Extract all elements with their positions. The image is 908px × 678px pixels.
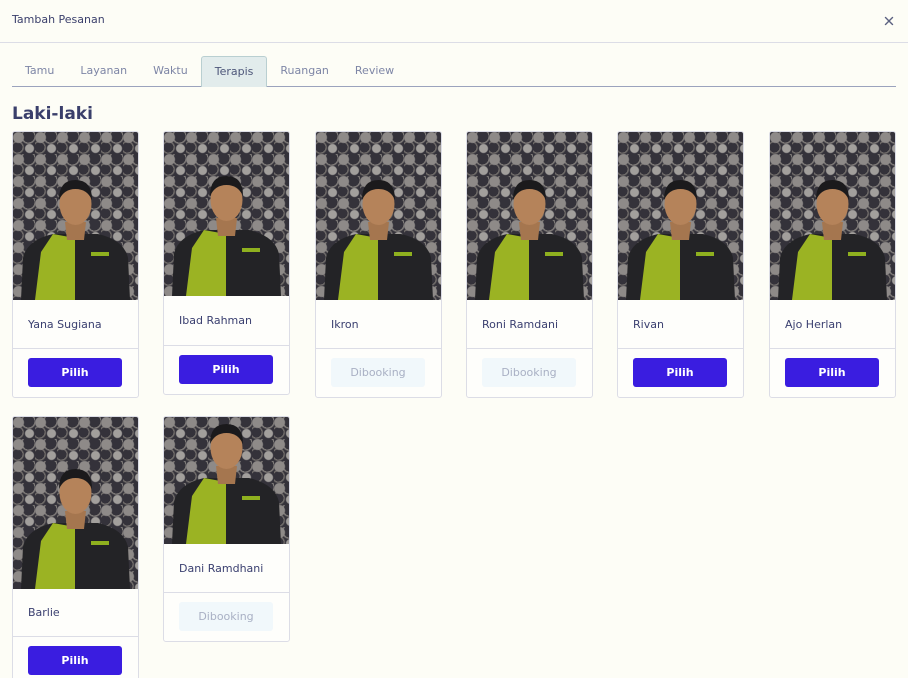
person-silhouette — [324, 180, 433, 300]
therapist-card: Roni Ramdani Dibooking — [466, 131, 593, 398]
person-silhouette — [172, 424, 281, 544]
therapist-name: Roni Ramdani — [482, 318, 559, 331]
pilih-button[interactable]: Pilih — [633, 358, 727, 387]
pilih-button[interactable]: Pilih — [28, 358, 122, 387]
modal-title: Tambah Pesanan — [12, 13, 105, 26]
therapist-photo — [618, 132, 743, 300]
dibooking-button: Dibooking — [331, 358, 425, 387]
tab-waktu[interactable]: Waktu — [140, 56, 201, 87]
person-silhouette — [626, 180, 735, 300]
person-silhouette — [21, 180, 130, 300]
therapist-name: Rivan — [633, 318, 664, 331]
therapist-name: Ikron — [331, 318, 359, 331]
dibooking-button: Dibooking — [179, 602, 273, 631]
pilih-button[interactable]: Pilih — [179, 355, 273, 384]
tab-ruangan[interactable]: Ruangan — [267, 56, 342, 87]
therapist-photo — [13, 417, 138, 589]
person-silhouette — [475, 180, 584, 300]
tab-bar: Tamu Layanan Waktu Terapis Ruangan Revie… — [12, 56, 896, 87]
pilih-button[interactable]: Pilih — [785, 358, 879, 387]
therapist-card: Dani Ramdhani Dibooking — [163, 416, 290, 642]
therapist-photo — [770, 132, 895, 300]
section-title: Laki-laki — [12, 104, 93, 124]
therapist-card: Yana Sugiana Pilih — [12, 131, 139, 398]
therapist-photo — [316, 132, 441, 300]
therapist-card: Barlie Pilih — [12, 416, 139, 678]
pilih-button[interactable]: Pilih — [28, 646, 122, 675]
therapist-card: Ibad Rahman Pilih — [163, 131, 290, 395]
tab-tamu[interactable]: Tamu — [12, 56, 67, 87]
therapist-name: Yana Sugiana — [28, 318, 102, 331]
therapist-card: Rivan Pilih — [617, 131, 744, 398]
tab-review[interactable]: Review — [342, 56, 407, 87]
modal-header: Tambah Pesanan — [0, 0, 908, 43]
dibooking-button: Dibooking — [482, 358, 576, 387]
person-silhouette — [21, 469, 130, 589]
therapist-name: Barlie — [28, 606, 60, 619]
person-silhouette — [778, 180, 887, 300]
therapist-name: Ajo Herlan — [785, 318, 843, 331]
close-icon[interactable] — [882, 14, 896, 28]
therapist-card: Ajo Herlan Pilih — [769, 131, 896, 398]
therapist-name: Dani Ramdhani — [179, 562, 264, 575]
therapist-photo — [164, 417, 289, 544]
therapist-photo — [164, 132, 289, 296]
tab-layanan[interactable]: Layanan — [67, 56, 140, 87]
therapist-name: Ibad Rahman — [179, 314, 252, 327]
therapist-photo — [467, 132, 592, 300]
therapist-photo — [13, 132, 138, 300]
person-silhouette — [172, 176, 281, 296]
therapist-card: Ikron Dibooking — [315, 131, 442, 398]
tab-terapis[interactable]: Terapis — [200, 56, 268, 87]
